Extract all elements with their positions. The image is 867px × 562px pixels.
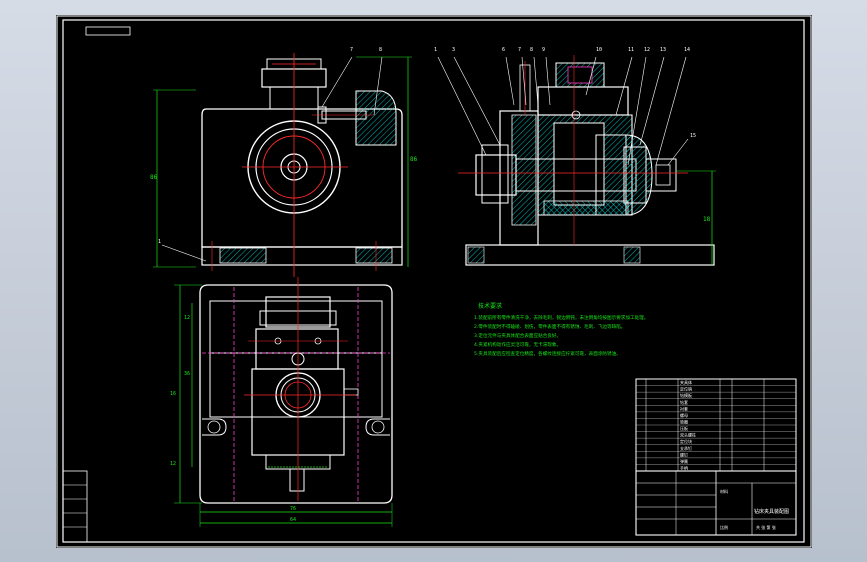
section-sub-callout: 15	[690, 133, 696, 139]
parts-list-item: 钻模板	[680, 392, 692, 398]
parts-list-item: 双头螺柱	[680, 432, 696, 438]
top-left-dim: 16	[170, 391, 176, 397]
section-callout: 8	[530, 47, 533, 53]
front-callout-7: 7	[350, 47, 353, 53]
notes-heading: 技术要求	[478, 302, 502, 310]
front-side-dim: 86	[410, 156, 418, 163]
drawing-name: 钻床夹具装配图	[754, 508, 789, 515]
section-callout: 11	[628, 47, 634, 53]
front-callout-8: 8	[379, 47, 382, 53]
notes-line: 5.夹具装配后应检查定位精度，各螺纹连接应拧紧可靠，表面涂防锈油。	[474, 350, 621, 357]
parts-list: 夹具体定位销钻模板钻套衬套螺母垫圈压板双头螺柱定位块支承钉螺钉弹簧手柄	[635, 378, 797, 472]
cad-drawing-viewport[interactable]: 86 86 7 8 1 18 1 3 6 7 8 9 10 11 12 13 1…	[56, 15, 812, 548]
section-callout: 1	[434, 47, 437, 53]
section-callout: 7	[518, 47, 521, 53]
parts-list-item: 手柄	[680, 465, 688, 471]
section-callout: 12	[644, 47, 650, 53]
parts-list-item: 螺钉	[680, 451, 688, 457]
parts-list-item: 定位块	[680, 438, 692, 444]
front-view: 86 86 7 8 1	[150, 47, 418, 277]
parts-list-item: 压板	[680, 425, 688, 431]
outer-border	[56, 15, 812, 548]
sheet-label: 共 张 第 张	[756, 524, 776, 530]
top-view: 76 64 12 36 16 12	[170, 277, 393, 527]
parts-list-item: 支承钉	[680, 445, 692, 451]
parts-list-item: 螺母	[680, 412, 688, 418]
section-callout: 9	[542, 47, 545, 53]
title-block: 钻床夹具装配图 材料 比例 共 张 第 张	[635, 470, 797, 536]
top-left-dim: 12	[184, 315, 190, 321]
section-callout: 14	[684, 47, 690, 53]
notes-line: 1.装配前所有零件清洗干净，去除毛刺，锐边倒钝，未注倒角均按图示要求加工处理。	[474, 314, 648, 321]
top-left-dim: 12	[170, 461, 176, 467]
parts-list-item: 弹簧	[680, 458, 688, 464]
parts-list-item: 衬套	[680, 405, 688, 411]
revision-strip	[62, 470, 88, 543]
parts-list-item: 钻套	[680, 399, 688, 405]
section-callout: 6	[502, 47, 505, 53]
technical-requirements: 技术要求 1.装配前所有零件清洗干净，去除毛刺，锐边倒钝，未注倒角均按图示要求加…	[474, 302, 648, 357]
top-width-dim-outer: 76	[290, 506, 296, 512]
section-callout: 13	[660, 47, 666, 53]
top-left-label-box	[85, 26, 131, 36]
parts-list-item: 夹具体	[680, 379, 692, 385]
notes-line: 3.定位元件与夹具体配合表面应贴合良好。	[474, 332, 561, 339]
parts-list-item: 定位销	[680, 386, 692, 392]
top-left-dim: 36	[184, 371, 190, 377]
notes-line: 4.夹紧机构动作应灵活可靠，无卡滞现象。	[474, 341, 561, 348]
assembly-drawing: 86 86 7 8 1 18 1 3 6 7 8 9 10 11 12 13 1…	[56, 15, 812, 548]
section-callout: 3	[452, 47, 455, 53]
notes-line: 2.零件装配时不得磕碰、划伤，零件表面不得有锈蚀、毛刺、飞边等缺陷。	[474, 323, 625, 330]
section-view: 18 1 3 6 7 8 9 10 11 12 13 14 15	[434, 47, 716, 266]
section-callout: 10	[596, 47, 602, 53]
parts-list-item: 垫圈	[680, 419, 688, 425]
top-width-dim-inner: 64	[290, 517, 296, 523]
front-height-dim: 86	[150, 174, 158, 181]
material-label: 材料	[720, 488, 728, 494]
section-right-dim: 18	[703, 216, 711, 223]
front-callout-1: 1	[158, 239, 161, 245]
scale-label: 比例	[720, 524, 728, 530]
